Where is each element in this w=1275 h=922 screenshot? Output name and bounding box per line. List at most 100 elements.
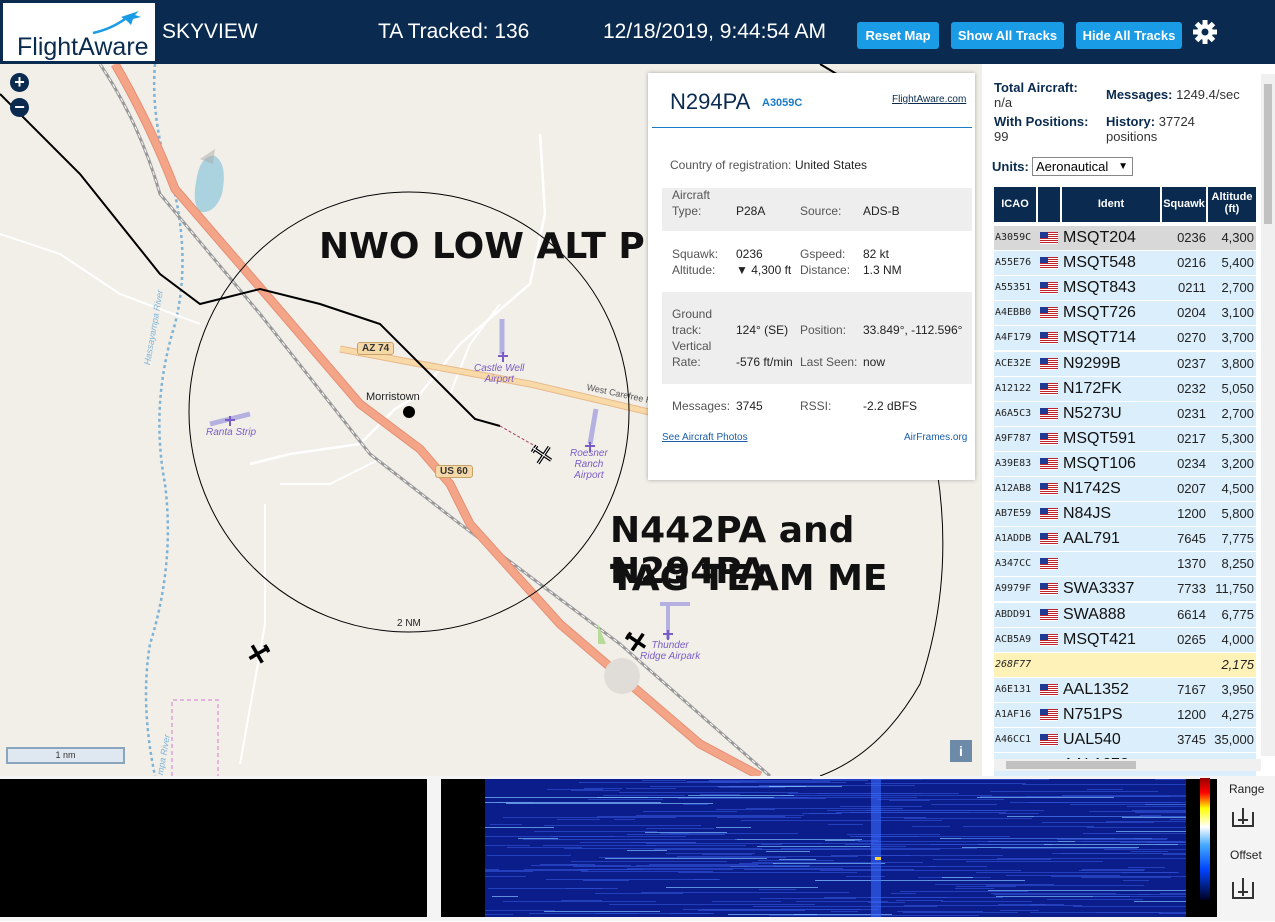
table-row[interactable]: A6A5C3 N5273U 0231 2,700 <box>994 401 1256 426</box>
table-row[interactable]: 268F77 2,175 <box>994 652 1256 677</box>
residential-area <box>604 658 640 694</box>
cell-squawk: 0236 <box>1177 230 1206 245</box>
total-aircraft: Total Aircraft: <box>994 80 1078 95</box>
table-row[interactable]: A46CC1 UAL540 3745 35,000 <box>994 728 1256 752</box>
source-label: Source: <box>800 204 842 218</box>
us-flag-icon <box>1040 457 1058 470</box>
rssi-value: -2.2 dBFS <box>863 399 918 413</box>
rate-label: Rate: <box>672 355 701 369</box>
flightaware-link[interactable]: FlightAware.com <box>892 94 966 105</box>
cell-altitude: 5,050 ▲ <box>1221 380 1254 420</box>
table-row[interactable]: A4F179 MSQT714 0270 3,700 ▲ <box>994 326 1256 369</box>
range-slider[interactable] <box>1230 806 1256 832</box>
table-row[interactable]: ACB5A9 MSQT421 0265 4,000 ▲ <box>994 627 1256 671</box>
reset-map-button[interactable]: Reset Map <box>857 22 939 49</box>
aircraft-photos-link[interactable]: See Aircraft Photos <box>662 432 748 443</box>
cell-ident: N751PS <box>1063 705 1123 723</box>
lastseen-label: Last Seen: <box>800 355 858 369</box>
us-flag-icon <box>1040 382 1058 395</box>
table-row[interactable]: A12AB8 N1742S 0207 4,500 ▼ <box>994 477 1256 520</box>
cell-altitude: 35,000 <box>1214 732 1254 747</box>
table-row[interactable]: A6E131 AAL1352 7167 3,950 ▼ <box>994 677 1256 721</box>
cell-ident: MSQT726 <box>1063 304 1136 322</box>
cell-altitude: 11,750 ▼ <box>1215 581 1254 620</box>
cell-icao: A12122 <box>995 382 1032 394</box>
col-altitude[interactable]: Altitude (ft) <box>1208 187 1256 222</box>
with-positions-label: With Positions: <box>994 114 1089 129</box>
cell-altitude: 4,500 ▼ <box>1221 481 1254 520</box>
us-flag-icon <box>1040 282 1058 295</box>
us-flag-icon <box>1040 407 1058 420</box>
col-ident[interactable]: Ident <box>1062 187 1160 222</box>
total-aircraft-label: Total Aircraft: <box>994 80 1078 95</box>
cell-ident: MSQT843 <box>1063 279 1136 297</box>
scrollbar-thumb[interactable] <box>1264 84 1272 224</box>
aircraft-track <box>499 425 536 447</box>
offset-slider[interactable] <box>1230 874 1256 902</box>
table-row[interactable]: AB7E59 N84JS 1200 5,800 ▲ <box>994 502 1256 545</box>
us-flag-icon <box>1040 608 1058 621</box>
table-row[interactable]: A1ADDB AAL791 7645 7,775 <box>994 527 1256 552</box>
total-aircraft-value: n/a <box>994 95 1013 110</box>
cell-icao: ACE32E <box>995 357 1032 369</box>
plane-logo-icon <box>92 11 141 35</box>
us-flag-icon <box>1040 683 1058 696</box>
cell-icao: A6E131 <box>995 683 1032 695</box>
horizontal-scrollbar[interactable] <box>994 759 1261 771</box>
table-row[interactable]: A4EBB0 MSQT726 0204 3,100 ▼ <box>994 301 1256 344</box>
col-icao[interactable]: ICAO <box>994 187 1036 222</box>
airframes-link[interactable]: AirFrames.org <box>904 432 967 443</box>
cell-icao: A1ADDB <box>995 533 1032 545</box>
us-flag-icon <box>1040 633 1058 646</box>
col-squawk[interactable]: Squawk <box>1162 187 1206 222</box>
cell-squawk: 3745 <box>1177 732 1206 747</box>
show-all-tracks-button[interactable]: Show All Tracks <box>951 22 1064 49</box>
cell-altitude: 8,250 <box>1221 556 1254 572</box>
vertical-scrollbar[interactable] <box>1261 74 1275 756</box>
track-value: 124° (SE) <box>736 323 789 337</box>
table-row[interactable]: A9979F SWA3337 7733 11,750 ▼ <box>994 577 1256 620</box>
table-row[interactable]: A12122 N172FK 0232 5,050 ▲ <box>994 376 1256 420</box>
cell-icao: ACB5A9 <box>995 633 1032 645</box>
track-label: track: <box>672 323 702 337</box>
scale-bar: 1 nm <box>6 747 125 764</box>
lake-shape <box>194 155 224 213</box>
cell-ident: SWA888 <box>1063 605 1126 623</box>
flightaware-logo[interactable]: FlightAware <box>3 3 155 61</box>
country-label: Country of registration: <box>670 158 792 172</box>
table-row[interactable]: A347CC 1370 8,250 <box>994 552 1256 577</box>
table-row[interactable]: A3059C MSQT204 0236 4,300 ▼ <box>994 226 1256 269</box>
cell-ident: N172FK <box>1063 379 1122 397</box>
cell-squawk: 6614 <box>1177 606 1206 622</box>
table-row[interactable]: A39E83 MSQT106 0234 3,200 <box>994 451 1256 476</box>
units-select[interactable]: Aeronautical ▼ <box>1032 157 1133 176</box>
zoom-out-button[interactable]: − <box>10 98 29 117</box>
cell-squawk: 1370 <box>1177 556 1206 572</box>
map-info-button[interactable]: i <box>950 740 972 762</box>
with-positions: With Positions: <box>994 114 1089 129</box>
history-value: 37724 <box>1158 114 1195 129</box>
scrollbar-thumb[interactable] <box>1006 761 1136 769</box>
gear-icon[interactable] <box>1192 19 1218 45</box>
position-value: 33.849°, -112.596° <box>863 323 963 337</box>
table-row[interactable]: A55E76 MSQT548 0216 5,400 ▼ <box>994 251 1256 294</box>
hide-all-tracks-button[interactable]: Hide All Tracks <box>1076 22 1182 49</box>
zoom-in-button[interactable]: + <box>10 73 29 92</box>
table-row[interactable]: ABDD91 SWA888 6614 6,775 <box>994 602 1256 627</box>
table-row[interactable]: ACE32E N9299B 0237 3,800 ▼ <box>994 351 1256 395</box>
cell-icao: A3059C <box>995 232 1032 243</box>
cell-ident: MSQT714 <box>1063 329 1136 347</box>
place-ranta-strip: Ranta Strip <box>206 427 257 438</box>
dropdown-arrow-icon: ▼ <box>1118 161 1128 172</box>
table-row[interactable]: A9F787 MSQT591 0217 5,300 <box>994 426 1256 451</box>
airstrip <box>587 408 599 445</box>
table-row[interactable]: A55351 MSQT843 0211 2,700 ▼ <box>994 276 1256 319</box>
cell-ident: N5273U <box>1063 404 1122 422</box>
cell-altitude: 2,700 ▼ <box>1221 280 1254 319</box>
range-label: Range <box>1229 782 1265 796</box>
popup-section-aircraft: Aircraft Type: P28A Source: ADS-B <box>662 188 972 231</box>
table-row[interactable]: A1AF16 N751PS 1200 4,275 ▲ <box>994 702 1256 746</box>
us-flag-icon <box>1040 583 1058 596</box>
cell-altitude: 2,175 <box>1221 656 1254 672</box>
cell-squawk: 7645 <box>1177 531 1206 547</box>
